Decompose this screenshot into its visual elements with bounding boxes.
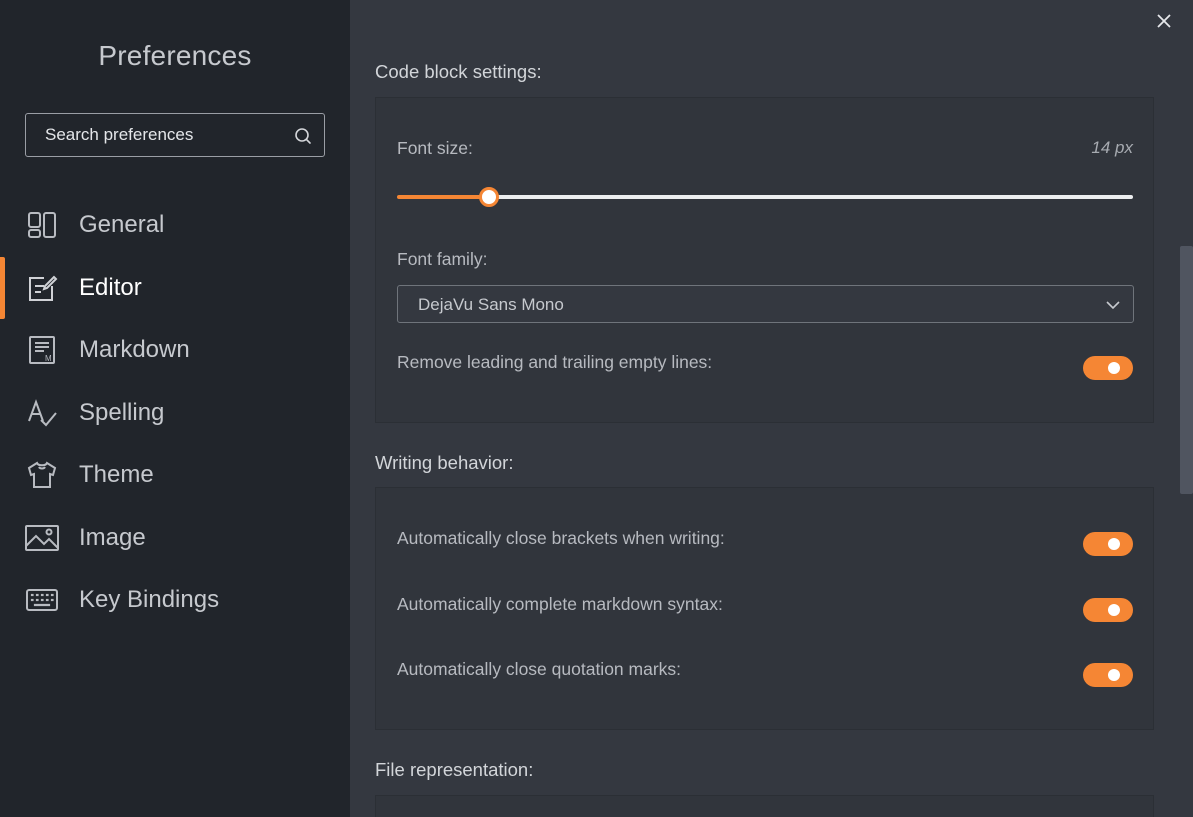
auto-complete-markdown-toggle[interactable] [1083,598,1133,622]
sidebar-item-label: Markdown [79,336,190,364]
editor-icon [25,271,59,305]
sidebar-item-label: Image [79,523,146,551]
sidebar-item-theme[interactable]: Theme [0,444,350,507]
sidebar-item-label: Spelling [79,398,165,426]
sidebar-item-image[interactable]: Image [0,507,350,570]
font-family-select[interactable]: DejaVu Sans Mono [397,285,1134,323]
close-button[interactable] [1151,8,1177,34]
close-icon[interactable] [1156,13,1172,29]
sidebar-item-key-bindings[interactable]: Key Bindings [0,569,350,632]
markdown-icon: M [25,333,59,367]
writing-behavior-card: Automatically close brackets when writin… [375,487,1154,730]
search-icon[interactable] [294,127,312,145]
toggle-knob [1108,362,1120,374]
file-representation-card [375,795,1154,817]
svg-text:M: M [45,354,52,363]
font-size-slider-fill[interactable] [397,195,489,199]
font-size-value: 14 px [1091,138,1133,157]
chevron-down-icon [1106,301,1120,310]
sidebar-item-spelling[interactable]: Spelling [0,382,350,445]
auto-close-brackets-label: Automatically close brackets when writin… [397,528,725,548]
search-box[interactable] [25,113,325,157]
spelling-icon [25,396,59,430]
trim-lines-label: Remove leading and trailing empty lines: [397,352,713,372]
sidebar-item-editor[interactable]: Editor [0,256,350,320]
auto-complete-markdown-label: Automatically complete markdown syntax: [397,594,723,614]
sidebar-item-label: General [79,211,165,239]
section-title-writing-behavior: Writing behavior: [375,452,514,473]
toggle-knob [1108,538,1120,550]
sidebar-nav: General Editor M Markdown Spelling Theme… [0,194,350,632]
toggle-knob [1108,604,1120,616]
code-block-card: Font size: 14 px Font family: DejaVu San… [375,97,1154,423]
general-icon [25,208,59,242]
theme-icon [25,458,59,492]
section-title-code-block: Code block settings: [375,61,542,82]
auto-close-brackets-toggle[interactable] [1083,532,1133,556]
sidebar-title: Preferences [98,40,252,71]
sidebar-item-label: Key Bindings [79,586,220,614]
sidebar-item-label: Editor [79,273,142,301]
auto-close-quotes-label: Automatically close quotation marks: [397,659,682,679]
sidebar-item-markdown[interactable]: M Markdown [0,319,350,382]
auto-close-quotes-toggle[interactable] [1083,663,1133,687]
scrollbar-thumb[interactable] [1180,246,1193,494]
font-family-selected-value: DejaVu Sans Mono [418,295,564,314]
sidebar: Preferences General [0,0,350,817]
sidebar-item-general[interactable]: General [0,194,350,257]
trim-lines-toggle[interactable] [1083,356,1133,380]
font-family-label: Font family: [397,249,488,269]
font-size-label: Font size: [397,138,473,158]
keyboard-icon [25,583,59,617]
sidebar-item-label: Theme [79,461,154,489]
font-size-slider-track[interactable] [489,195,1133,199]
image-icon [25,521,59,555]
section-title-file-representation: File representation: [375,759,534,780]
search-input[interactable] [26,114,286,156]
toggle-knob [1108,669,1120,681]
font-size-slider-handle[interactable] [479,187,499,207]
